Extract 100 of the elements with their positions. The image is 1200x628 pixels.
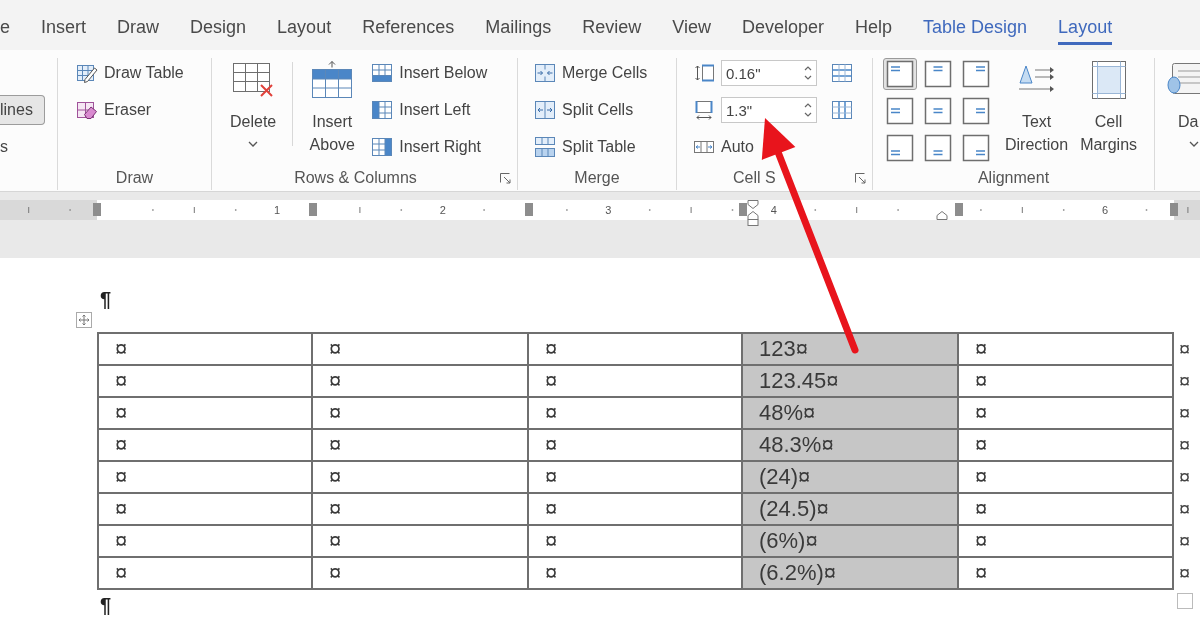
column-marker[interactable]: [309, 203, 317, 216]
table-cell: ¤: [313, 398, 529, 430]
group-label: Merge: [574, 169, 620, 186]
split-cells-button[interactable]: Split Cells: [530, 95, 638, 125]
align-top-left-icon: [886, 60, 914, 88]
align-top-center-icon: [924, 60, 952, 88]
table-cell: ¤: [313, 430, 529, 462]
table-cell: (6.2%)¤: [743, 558, 959, 590]
table-cell: ¤: [97, 558, 313, 590]
table-cell: (24.5)¤: [743, 494, 959, 526]
split-table-button[interactable]: Split Table: [530, 132, 640, 162]
table-move-handle[interactable]: [76, 312, 92, 328]
ribbon-tab[interactable]: Insert: [41, 12, 87, 45]
row-end-mark: ¤: [1178, 401, 1192, 426]
delete-button[interactable]: Delete: [224, 58, 283, 147]
row-height-field[interactable]: 0.16": [721, 60, 817, 86]
insert-left-button[interactable]: Insert Left: [367, 95, 475, 125]
merge-cells-button[interactable]: Merge Cells: [530, 58, 652, 88]
row-end-mark: ¤: [1178, 337, 1192, 362]
column-marker[interactable]: [525, 203, 533, 216]
table-pencil-icon: [76, 62, 98, 84]
text-direction-button[interactable]: Text Direction: [999, 58, 1075, 156]
draw-table-button[interactable]: Draw Table: [72, 58, 188, 88]
table-cell: ¤: [313, 494, 529, 526]
align-bottom-right-icon: [962, 134, 990, 162]
cell-margins-button[interactable]: Cell Margins: [1074, 58, 1144, 156]
ribbon-tab[interactable]: Draw: [117, 12, 160, 45]
table-cell: ¤: [97, 526, 313, 558]
column-marker[interactable]: [739, 203, 747, 216]
ruler-number: 1: [274, 204, 281, 216]
distribute-rows-icon: [831, 62, 853, 84]
autofit-button[interactable]: Auto: [689, 132, 758, 162]
table-cell: 123¤: [743, 332, 959, 366]
insert-below-button[interactable]: Insert Below: [367, 58, 492, 88]
column-width-field[interactable]: 1.3": [721, 97, 817, 123]
ruler-number: 6: [1102, 204, 1109, 216]
align-top-left-button[interactable]: [883, 58, 917, 90]
table-cell: ¤: [959, 462, 1174, 494]
table-cell: ¤: [97, 430, 313, 462]
table-cell: ¤: [97, 462, 313, 494]
group-label: Alignment: [977, 169, 1050, 186]
right-indent-marker[interactable]: [936, 211, 948, 220]
align-bottom-left-icon: [886, 134, 914, 162]
ribbon-tab[interactable]: Developer: [741, 12, 824, 45]
insert-column-left-icon: [371, 99, 394, 121]
ribbon-tab[interactable]: Layout: [277, 12, 332, 45]
ribbon-tab[interactable]: Mailings: [485, 12, 552, 45]
table-cell: ¤: [97, 494, 313, 526]
ruler-number: 2: [439, 204, 446, 216]
insert-column-right-icon: [371, 136, 394, 158]
table-cell: ¤: [959, 430, 1174, 462]
table-cell: ¤: [529, 332, 743, 366]
ribbon-tab[interactable]: References: [362, 12, 455, 45]
table-resize-handle[interactable]: [1177, 593, 1193, 609]
ribbon-tab[interactable]: Review: [582, 12, 642, 45]
row-end-mark: ¤: [1178, 529, 1192, 554]
align-middle-center-icon: [924, 97, 952, 125]
ruler-number: 4: [770, 204, 777, 216]
cut-label: s: [0, 137, 8, 157]
insert-row-below-icon: [371, 62, 394, 84]
ruler-number: 3: [605, 204, 612, 216]
table-cell: ¤: [313, 526, 529, 558]
table-cell: ¤: [313, 366, 529, 398]
table-cell: 48.3%¤: [743, 430, 959, 462]
dialog-launcher-icon[interactable]: [854, 172, 866, 184]
ribbon-tab[interactable]: e: [0, 12, 10, 45]
column-marker[interactable]: [955, 203, 963, 216]
column-marker[interactable]: [93, 203, 101, 216]
group-label: Draw: [115, 169, 154, 186]
paragraph-mark: ¶: [100, 594, 112, 616]
insert-right-button[interactable]: Insert Right: [367, 132, 486, 162]
distribute-columns-icon: [831, 99, 853, 121]
align-middle-right-icon: [962, 97, 990, 125]
table-cell: ¤: [959, 366, 1174, 398]
ribbon-tab[interactable]: Layout: [1058, 12, 1113, 45]
ribbon-tab[interactable]: View: [672, 12, 711, 45]
table-cell: ¤: [959, 332, 1174, 366]
ribbon-tab[interactable]: Design: [190, 12, 247, 45]
column-marker[interactable]: [1170, 203, 1178, 216]
table-cell: ¤: [313, 558, 529, 590]
table-cell: ¤: [97, 366, 313, 398]
insert-above-button[interactable]: Insert Above: [303, 58, 362, 156]
ribbon-tab[interactable]: Help: [855, 12, 893, 45]
ribbon-tab[interactable]: Table Design: [923, 12, 1028, 45]
table-cell: ¤: [959, 494, 1174, 526]
indent-marker[interactable]: [747, 200, 759, 226]
table-cell: ¤: [313, 462, 529, 494]
dialog-launcher-icon[interactable]: [499, 172, 511, 184]
align-middle-left-icon: [886, 97, 914, 125]
paragraph-mark: ¶: [100, 288, 112, 310]
split-cells-icon: [534, 99, 556, 121]
distribute-columns-button[interactable]: [831, 99, 853, 121]
data-button[interactable]: Da: [1155, 58, 1200, 147]
merge-cells-icon: [534, 62, 556, 84]
align-bottom-center-icon: [924, 134, 952, 162]
gridlines-button[interactable]: lines: [0, 95, 45, 125]
distribute-rows-button[interactable]: [831, 62, 853, 84]
eraser-button[interactable]: Eraser: [72, 95, 156, 125]
table-cell: ¤: [959, 558, 1174, 590]
column-width-icon: [693, 99, 715, 121]
